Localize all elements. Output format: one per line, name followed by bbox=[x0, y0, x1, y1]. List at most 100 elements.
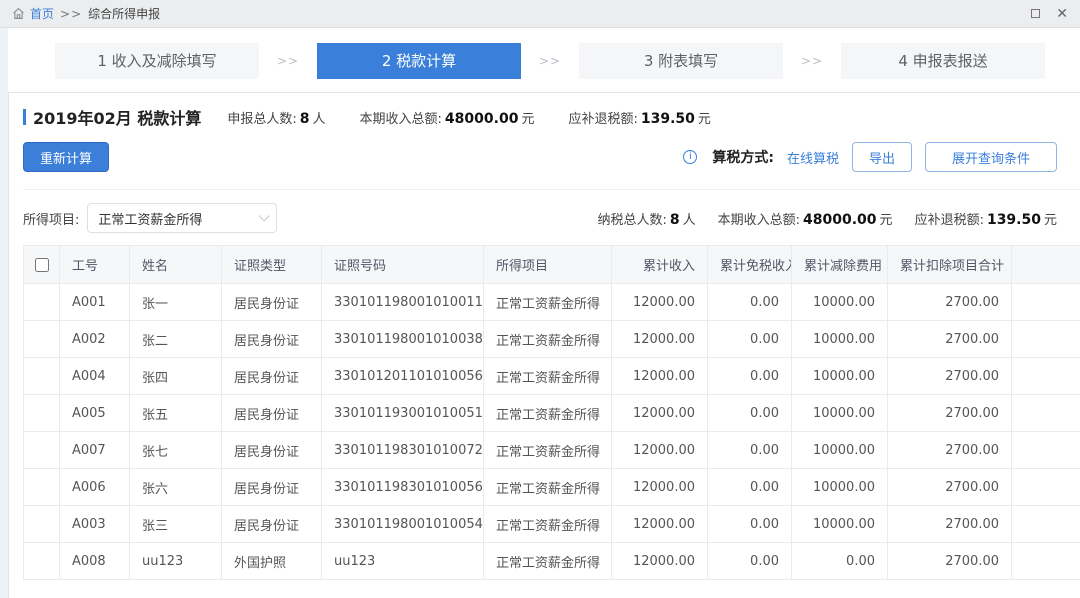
row-select-cell bbox=[24, 358, 60, 395]
table-cell: 330101198001010038 bbox=[322, 321, 484, 358]
table-cell: 2700.00 bbox=[888, 321, 1012, 358]
table-cell: 张七 bbox=[130, 432, 222, 469]
table-cell: A004 bbox=[60, 358, 130, 395]
step-separator: >> bbox=[783, 54, 841, 68]
step-tabs: 1 收入及减除填写 >> 2 税款计算 >> 3 附表填写 >> 4 申报表报送 bbox=[55, 43, 1045, 79]
table-cell: 2700.00 bbox=[888, 506, 1012, 543]
stat-label: 应补退税额: bbox=[915, 213, 984, 228]
table-cell bbox=[1012, 506, 1080, 543]
income-item-select[interactable]: 正常工资薪金所得 bbox=[87, 203, 277, 233]
filter-stats-group: 纳税总人数:8人 本期收入总额:48000.00元 应补退税额:139.50元 bbox=[575, 209, 1057, 228]
step-tab-schedules[interactable]: 3 附表填写 bbox=[579, 43, 783, 79]
summary-toolbar-section: 2019年02月 税款计算 申报总人数:8人 本期收入总额:48000.00元 … bbox=[23, 107, 1080, 190]
title-accent-bar bbox=[23, 109, 26, 125]
table-cell: A006 bbox=[60, 469, 130, 506]
toolbar-right-group: i 算税方式: 在线算税 导出 展开查询条件 bbox=[683, 142, 1057, 172]
breadcrumb-home-link[interactable]: 首页 bbox=[30, 5, 54, 22]
table-cell: 330101198001010054 bbox=[322, 506, 484, 543]
step-tab-tax-calc[interactable]: 2 税款计算 bbox=[317, 43, 521, 79]
stat-taxpayers: 纳税总人数: 8人 bbox=[597, 209, 695, 228]
income-item-label: 所得项目: bbox=[23, 209, 79, 228]
table-cell: 12000.00 bbox=[612, 284, 708, 321]
tax-mode-value-link[interactable]: 在线算税 bbox=[787, 148, 839, 167]
row-select-cell bbox=[24, 506, 60, 543]
stat-value: 8 bbox=[670, 212, 680, 228]
select-all-checkbox[interactable] bbox=[35, 258, 49, 272]
table-cell: A001 bbox=[60, 284, 130, 321]
income-item-selected-value: 正常工资薪金所得 bbox=[98, 209, 202, 228]
table-cell bbox=[1012, 469, 1080, 506]
table-cell: 12000.00 bbox=[612, 395, 708, 432]
table-cell: 张六 bbox=[130, 469, 222, 506]
table-cell: 10000.00 bbox=[792, 469, 888, 506]
close-icon[interactable]: ✕ bbox=[1056, 7, 1068, 21]
table-cell: 330101198301010072 bbox=[322, 432, 484, 469]
column-header: 工号 bbox=[60, 246, 130, 284]
stat-unit: 元 bbox=[698, 112, 711, 127]
table-cell: 10000.00 bbox=[792, 395, 888, 432]
row-select-cell bbox=[24, 469, 60, 506]
column-header: 累计收入 bbox=[612, 246, 708, 284]
table-row: A008uu123外国护照uu123正常工资薪金所得12000.000.000.… bbox=[24, 543, 1080, 580]
column-header: 所得项目 bbox=[484, 246, 612, 284]
step-separator: >> bbox=[259, 54, 317, 68]
table-cell: 12000.00 bbox=[612, 506, 708, 543]
table-cell: 2700.00 bbox=[888, 395, 1012, 432]
stat-label: 纳税总人数: bbox=[597, 213, 666, 228]
table-cell: 张三 bbox=[130, 506, 222, 543]
step-tab-income[interactable]: 1 收入及减除填写 bbox=[55, 43, 259, 79]
table-cell: 2700.00 bbox=[888, 432, 1012, 469]
table-cell: 正常工资薪金所得 bbox=[484, 543, 612, 580]
stat-period-income: 本期收入总额:48000.00元 bbox=[360, 108, 535, 127]
select-all-header-cell bbox=[24, 246, 60, 284]
table-cell: 10000.00 bbox=[792, 321, 888, 358]
table-cell: 居民身份证 bbox=[222, 432, 322, 469]
stat-tax-due: 应补退税额:139.50元 bbox=[568, 108, 710, 127]
maximize-icon[interactable] bbox=[1031, 9, 1040, 18]
column-header: 累计减除费用 bbox=[792, 246, 888, 284]
table-cell: 12000.00 bbox=[612, 358, 708, 395]
chevron-down-icon bbox=[259, 210, 270, 221]
table-cell: 0.00 bbox=[708, 358, 792, 395]
info-icon: i bbox=[683, 150, 697, 164]
table-cell: 10000.00 bbox=[792, 358, 888, 395]
column-header: 证照号码 bbox=[322, 246, 484, 284]
recalculate-button[interactable]: 重新计算 bbox=[23, 142, 109, 172]
table-cell: 0.00 bbox=[708, 506, 792, 543]
table-cell: 0.00 bbox=[708, 321, 792, 358]
home-icon bbox=[12, 7, 25, 20]
stat-label: 本期收入总额: bbox=[718, 213, 800, 228]
export-button[interactable]: 导出 bbox=[852, 142, 912, 172]
table-cell: A002 bbox=[60, 321, 130, 358]
step-tab-submit[interactable]: 4 申报表报送 bbox=[841, 43, 1045, 79]
stat-label: 本期收入总额: bbox=[360, 112, 442, 127]
table-cell: 330101201101010056 bbox=[322, 358, 484, 395]
row-select-cell bbox=[24, 321, 60, 358]
table-cell: 2700.00 bbox=[888, 543, 1012, 580]
table-cell bbox=[1012, 432, 1080, 469]
stat-value: 139.50 bbox=[641, 111, 695, 127]
expand-query-button[interactable]: 展开查询条件 bbox=[925, 142, 1057, 172]
table-row: A007张七居民身份证330101198301010072正常工资薪金所得120… bbox=[24, 432, 1080, 469]
stat-value: 8 bbox=[300, 111, 310, 127]
table-cell: 居民身份证 bbox=[222, 469, 322, 506]
left-edge-strip bbox=[0, 28, 8, 598]
table-cell: 张二 bbox=[130, 321, 222, 358]
table-cell: 12000.00 bbox=[612, 543, 708, 580]
stat-period-income-2: 本期收入总额:48000.00元 bbox=[718, 209, 893, 228]
table-cell: 张五 bbox=[130, 395, 222, 432]
stat-unit: 人 bbox=[683, 213, 696, 228]
table-cell bbox=[1012, 284, 1080, 321]
table-cell bbox=[1012, 543, 1080, 580]
table-cell: 正常工资薪金所得 bbox=[484, 321, 612, 358]
table-cell: 10000.00 bbox=[792, 284, 888, 321]
main-panel: 2019年02月 税款计算 申报总人数:8人 本期收入总额:48000.00元 … bbox=[8, 92, 1080, 598]
table-cell: 张四 bbox=[130, 358, 222, 395]
table-cell: 外国护照 bbox=[222, 543, 322, 580]
table-cell: 2700.00 bbox=[888, 284, 1012, 321]
table-cell: 居民身份证 bbox=[222, 395, 322, 432]
step-separator: >> bbox=[521, 54, 579, 68]
table-cell: 10000.00 bbox=[792, 506, 888, 543]
employees-table: 工号姓名证照类型证照号码所得项目累计收入累计免税收入累计减除费用累计扣除项目合计… bbox=[23, 245, 1080, 580]
table-cell: A005 bbox=[60, 395, 130, 432]
